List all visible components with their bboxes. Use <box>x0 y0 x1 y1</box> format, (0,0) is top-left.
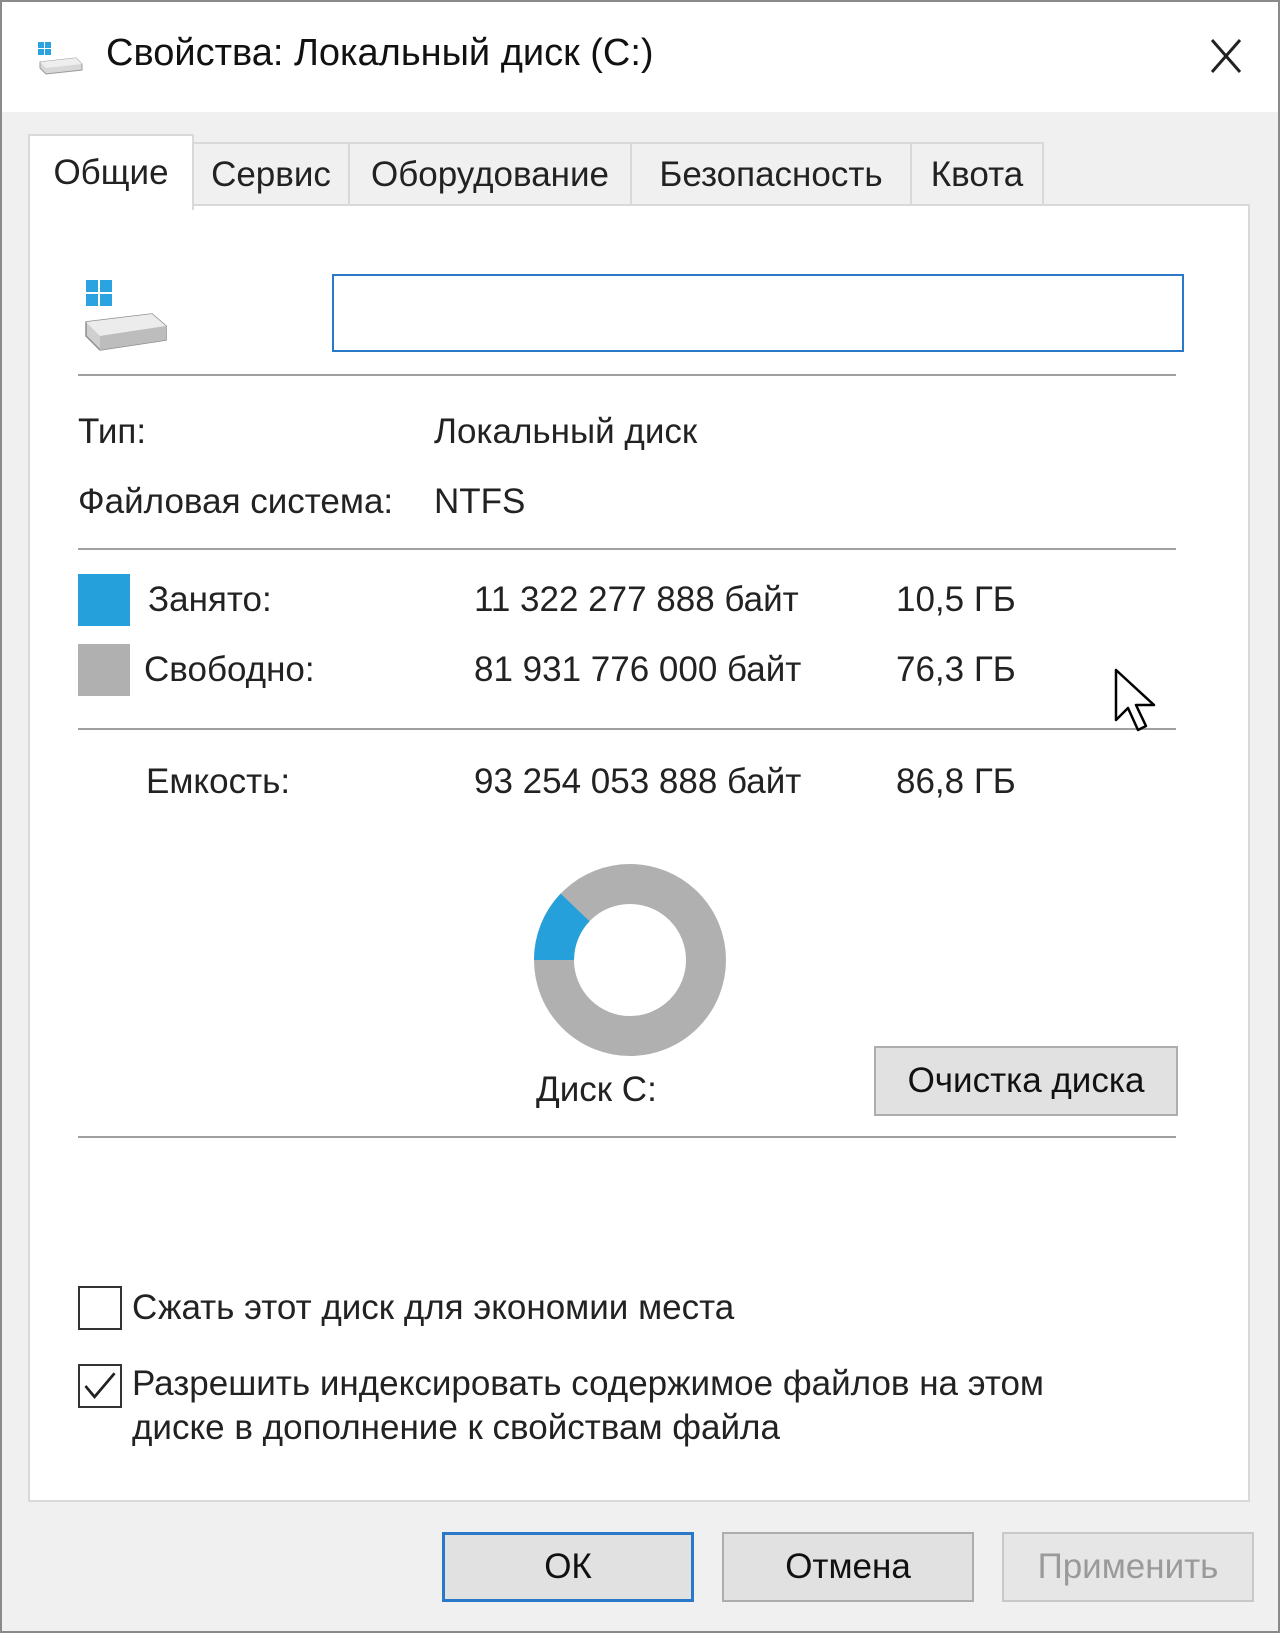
ok-button[interactable]: ОК <box>442 1532 694 1602</box>
type-value: Локальный диск <box>434 412 698 451</box>
apply-button[interactable]: Применить <box>1002 1532 1254 1602</box>
type-label: Тип: <box>78 412 147 451</box>
window-title: Свойства: Локальный диск (C:) <box>106 32 654 74</box>
allow-indexing-label-line1: Разрешить индексировать содержимое файло… <box>132 1364 1044 1403</box>
filesystem-label: Файловая система: <box>78 482 394 521</box>
disk-cleanup-button[interactable]: Очистка диска <box>874 1046 1178 1116</box>
capacity-bytes: 93 254 053 888 байт <box>474 762 802 801</box>
disk-usage-donut <box>534 864 726 1056</box>
used-space-swatch <box>78 574 130 626</box>
free-size: 76,3 ГБ <box>896 650 1016 689</box>
compress-drive-checkbox[interactable] <box>78 1286 122 1330</box>
drive-icon <box>85 280 167 351</box>
used-label: Занято: <box>148 580 272 619</box>
free-bytes: 81 931 776 000 байт <box>474 650 802 689</box>
separator <box>78 728 1176 730</box>
separator <box>78 374 1176 376</box>
properties-dialog: Свойства: Локальный диск (C:) Общие Серв… <box>0 0 1280 1633</box>
title-bar: Свойства: Локальный диск (C:) <box>2 2 1278 112</box>
tab-quota[interactable]: Квота <box>910 142 1044 206</box>
tab-general[interactable]: Общие <box>28 134 194 210</box>
tab-hardware[interactable]: Оборудование <box>348 142 632 206</box>
allow-indexing-checkbox[interactable] <box>78 1364 122 1408</box>
capacity-size: 86,8 ГБ <box>896 762 1016 801</box>
disk-name-label: Диск C: <box>536 1070 657 1109</box>
tab-security[interactable]: Безопасность <box>630 142 912 206</box>
allow-indexing-label-line2: диске в дополнение к свойствам файла <box>132 1408 780 1447</box>
capacity-label: Емкость: <box>146 762 291 801</box>
separator <box>78 1136 1176 1138</box>
free-label: Свободно: <box>144 650 315 689</box>
tab-service[interactable]: Сервис <box>192 142 350 206</box>
compress-drive-label: Сжать этот диск для экономии места <box>132 1288 735 1327</box>
free-space-swatch <box>78 644 130 696</box>
separator <box>78 548 1176 550</box>
drive-icon <box>38 42 83 75</box>
volume-label-input[interactable] <box>332 274 1184 352</box>
checkmark-icon <box>84 1372 116 1400</box>
mouse-cursor-icon <box>1114 668 1156 732</box>
cancel-button[interactable]: Отмена <box>722 1532 974 1602</box>
used-size: 10,5 ГБ <box>896 580 1016 619</box>
filesystem-value: NTFS <box>434 482 526 521</box>
general-tab-panel: Тип: Локальный диск Файловая система: NT… <box>28 204 1250 1502</box>
used-bytes: 11 322 277 888 байт <box>474 580 799 619</box>
close-icon[interactable] <box>1194 26 1258 86</box>
free-space-ring <box>534 864 726 1056</box>
